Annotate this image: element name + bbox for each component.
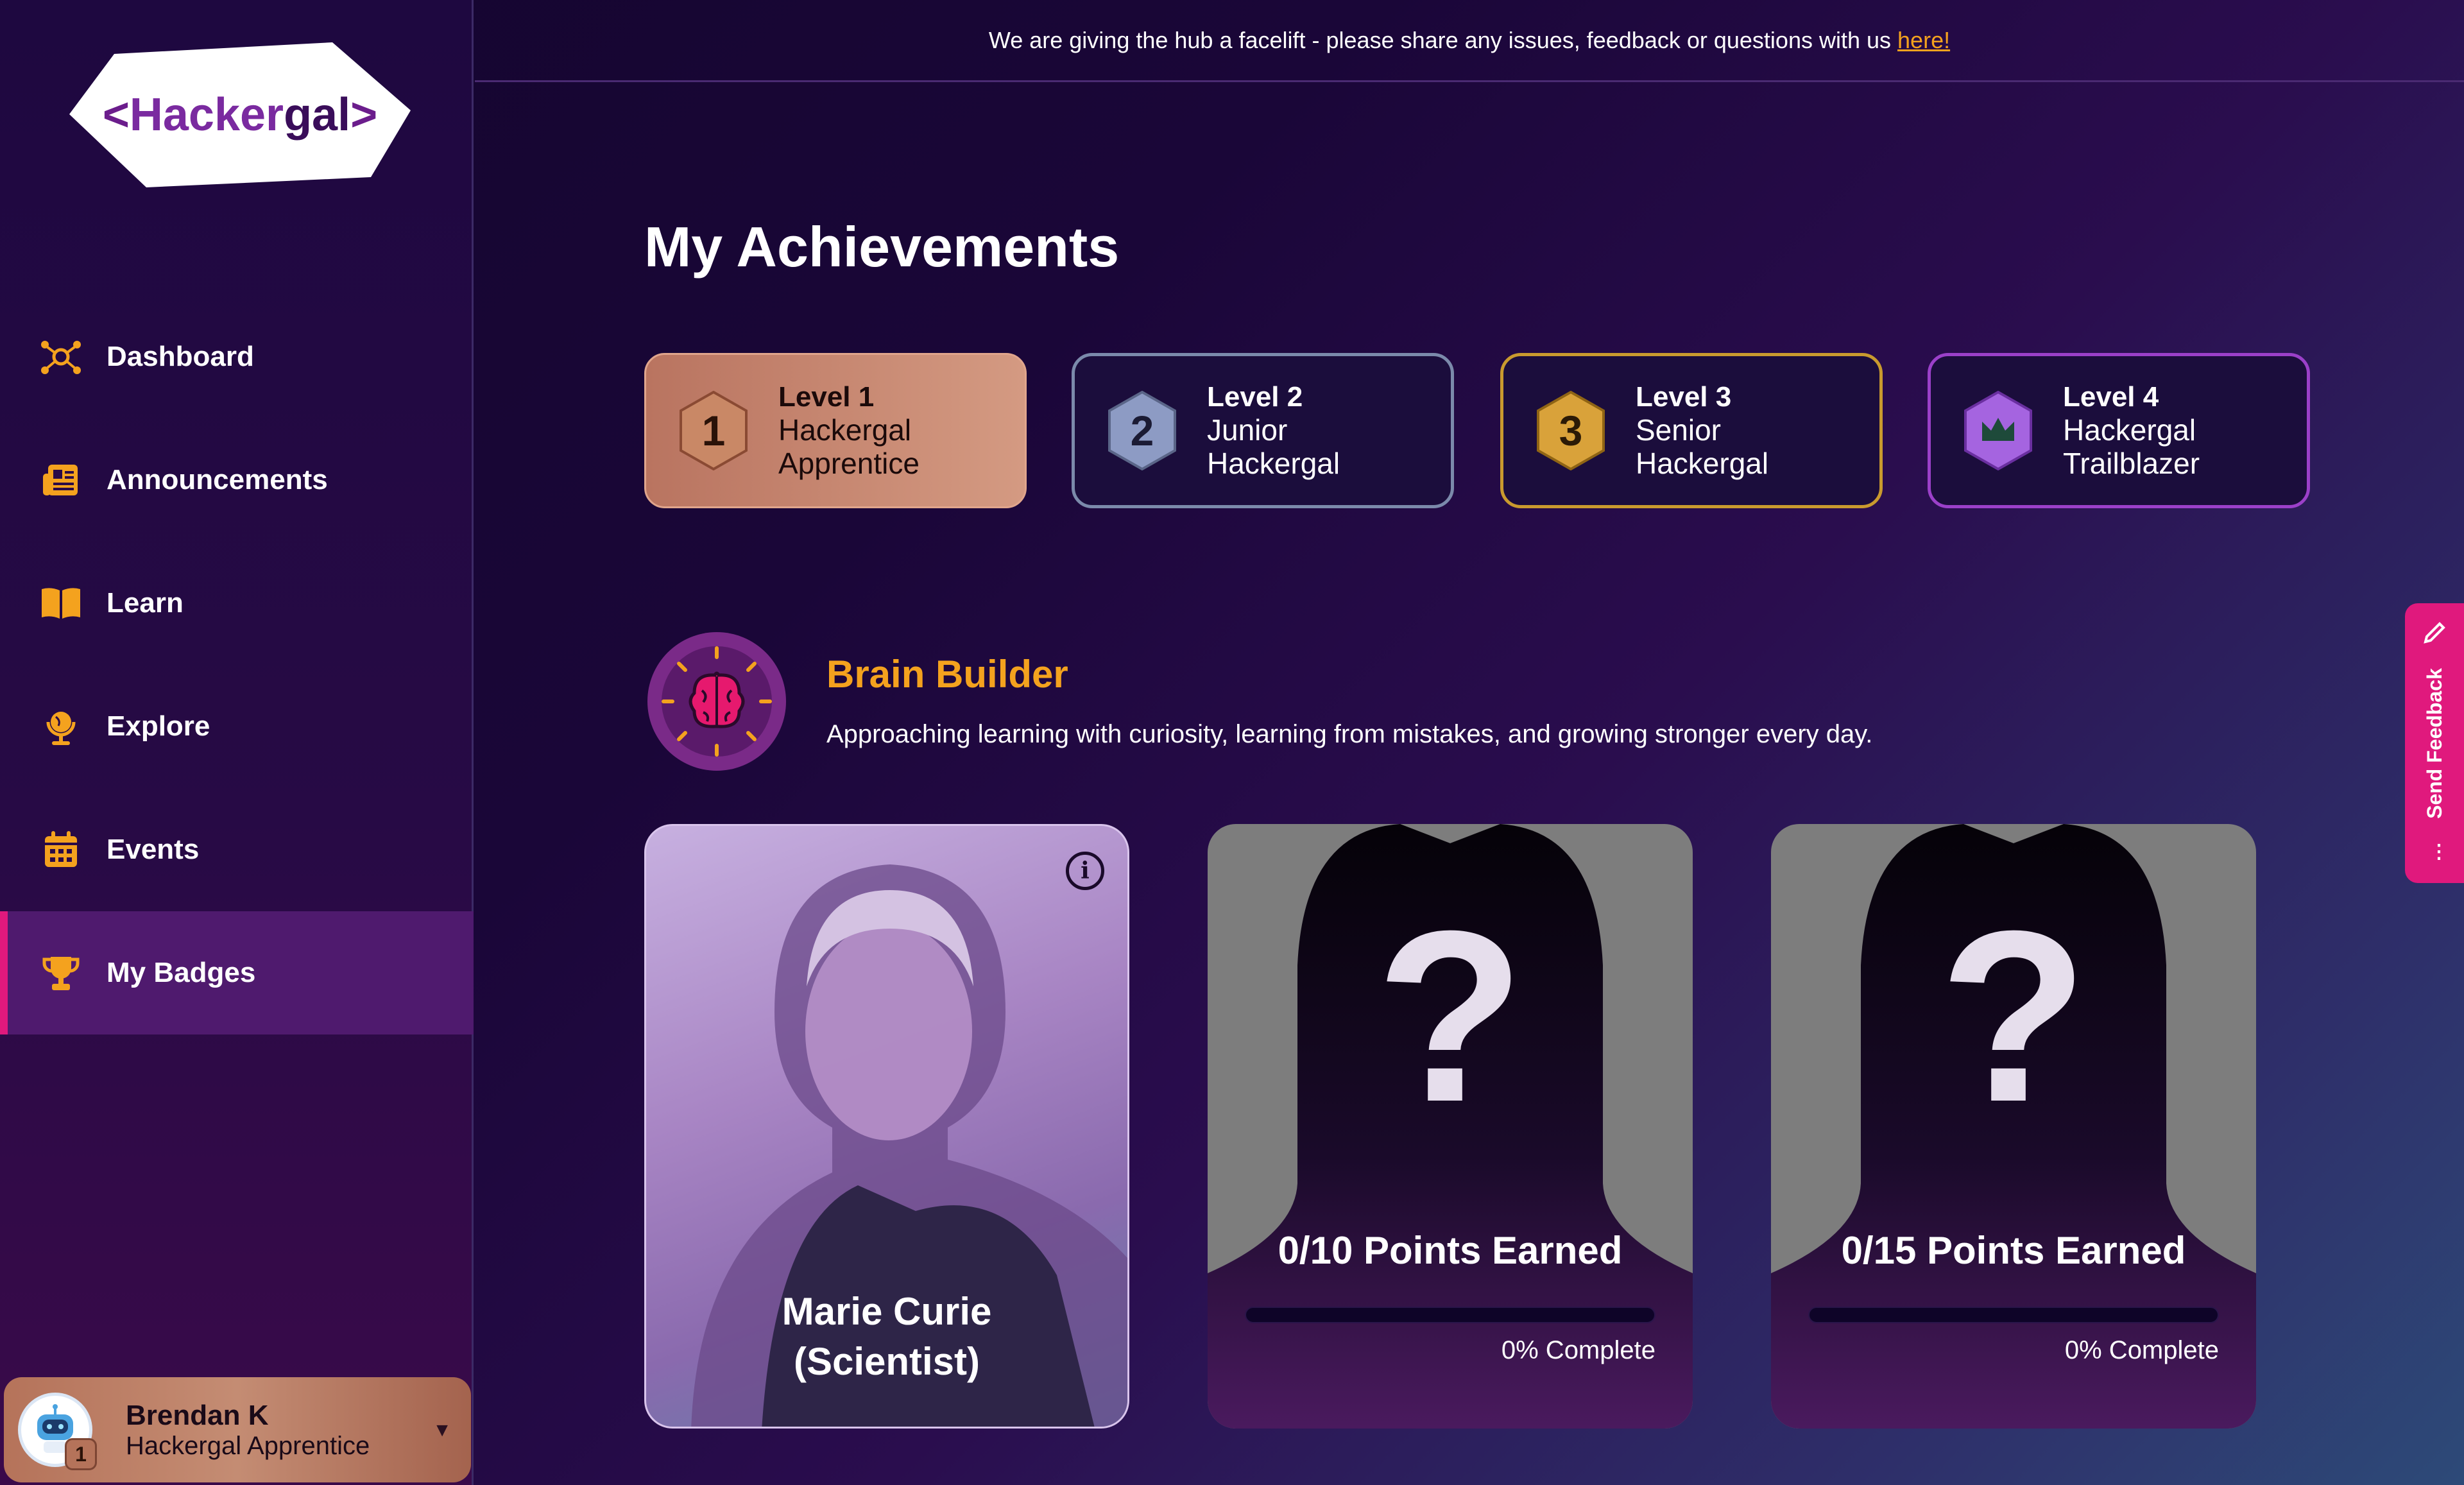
hackergal-logo[interactable]: < Hacker gal > [69, 42, 411, 187]
page-title: My Achievements [644, 215, 1120, 279]
sidebar-item-label: Dashboard [107, 341, 254, 372]
percent-complete: 0% Complete [1501, 1336, 1656, 1364]
sidebar-item-label: Learn [107, 587, 184, 619]
sidebar-item-announcements[interactable]: Announcements [0, 418, 474, 542]
progress-bar [1808, 1307, 2219, 1323]
level-number: 3 [1559, 407, 1583, 454]
send-feedback-button[interactable]: Send Feedback ⋮ [2405, 603, 2464, 883]
brain-icon [644, 629, 789, 774]
question-mark-icon: ? [1375, 880, 1525, 1153]
level-card-2[interactable]: 2 Level 2 Junior Hackergal [1072, 353, 1454, 508]
info-icon[interactable]: i [1066, 852, 1104, 890]
level-card-4[interactable]: Level 4 Hackergal Trailblazer [1928, 353, 2310, 508]
avatar: 1 [18, 1393, 97, 1470]
user-role: Hackergal Apprentice [126, 1431, 370, 1460]
badge-card-marie-curie[interactable]: i Marie Curie (Scientist) [644, 824, 1129, 1429]
level-name-line1: Junior [1207, 413, 1288, 447]
level-title: Level 2 [1207, 381, 1303, 413]
book-icon [40, 582, 82, 624]
badge-card-name-line2: (Scientist) [793, 1340, 980, 1383]
logo-text-hacker: Hacker [129, 89, 284, 141]
avatar-level-badge: 1 [65, 1438, 97, 1470]
level-name-line2: Hackergal [1636, 447, 1769, 480]
level-name-line2: Hackergal [1207, 447, 1340, 480]
level-name-line2: Trailblazer [2063, 447, 2200, 480]
level-title: Level 4 [2063, 381, 2159, 413]
category-title: Brain Builder [826, 653, 1068, 696]
user-profile-menu[interactable]: 1 Brendan K Hackergal Apprentice ▼ [4, 1377, 471, 1482]
question-mark-icon: ? [1938, 880, 2089, 1153]
locked-badge-card[interactable]: ? 0/10 Points Earned 0% Complete [1208, 824, 1693, 1429]
locked-badge-card[interactable]: ? 0/15 Points Earned 0% Complete [1771, 824, 2256, 1429]
level-title: Level 3 [1636, 381, 1732, 413]
network-icon [40, 336, 82, 378]
level-card-3[interactable]: 3 Level 3 Senior Hackergal [1500, 353, 1883, 508]
sidebar: < Hacker gal > Dashboard Announcements L… [0, 0, 474, 1485]
crown-icon [1963, 391, 2033, 470]
sidebar-item-my-badges[interactable]: My Badges [0, 911, 474, 1034]
logo-text-gal: gal [284, 89, 351, 141]
trophy-icon [40, 952, 82, 994]
logo-bracket-left: < [102, 89, 130, 141]
percent-complete: 0% Complete [2064, 1336, 2219, 1364]
level-3-badge-icon: 3 [1536, 391, 1606, 470]
level-2-badge-icon: 2 [1107, 391, 1177, 470]
user-name: Brendan K [126, 1399, 269, 1431]
level-name-line1: Hackergal [2063, 413, 2196, 447]
sidebar-item-explore[interactable]: Explore [0, 665, 474, 788]
points-earned: 0/15 Points Earned [1841, 1229, 2186, 1272]
badge-card-name-line1: Marie Curie [782, 1290, 992, 1333]
level-name-line1: Senior [1636, 413, 1721, 447]
level-number: 1 [701, 407, 726, 454]
chevron-down-icon[interactable]: ▼ [432, 1420, 452, 1441]
banner-link[interactable]: here! [1897, 27, 1950, 54]
sidebar-item-learn[interactable]: Learn [0, 542, 474, 665]
send-feedback-label: Send Feedback [2422, 667, 2446, 819]
calendar-icon [40, 828, 82, 871]
level-card-1[interactable]: 1 Level 1 Hackergal Apprentice [644, 353, 1027, 508]
sidebar-item-label: Announcements [107, 464, 328, 495]
level-number: 2 [1130, 407, 1154, 454]
sidebar-item-label: Events [107, 834, 200, 865]
progress-bar [1245, 1307, 1656, 1323]
sidebar-item-label: Explore [107, 710, 210, 742]
newspaper-icon [40, 459, 82, 501]
announcement-banner: We are giving the hub a facelift - pleas… [475, 0, 2464, 82]
logo-bracket-right: > [350, 89, 378, 141]
globe-icon [40, 705, 82, 748]
level-1-badge-icon: 1 [678, 391, 749, 470]
banner-text: We are giving the hub a facelift - pleas… [988, 26, 1892, 53]
level-name-line2: Apprentice [778, 447, 920, 480]
sidebar-item-events[interactable]: Events [0, 788, 474, 911]
sidebar-item-label: My Badges [107, 957, 256, 988]
category-description: Approaching learning with curiosity, lea… [826, 720, 1873, 748]
points-earned: 0/10 Points Earned [1278, 1229, 1623, 1272]
sidebar-nav: Dashboard Announcements Learn Explore Ev… [0, 295, 474, 1034]
level-name-line1: Hackergal [778, 413, 912, 447]
level-title: Level 1 [778, 381, 875, 413]
sidebar-item-dashboard[interactable]: Dashboard [0, 295, 474, 418]
more-icon: ⋮ [2429, 841, 2449, 863]
